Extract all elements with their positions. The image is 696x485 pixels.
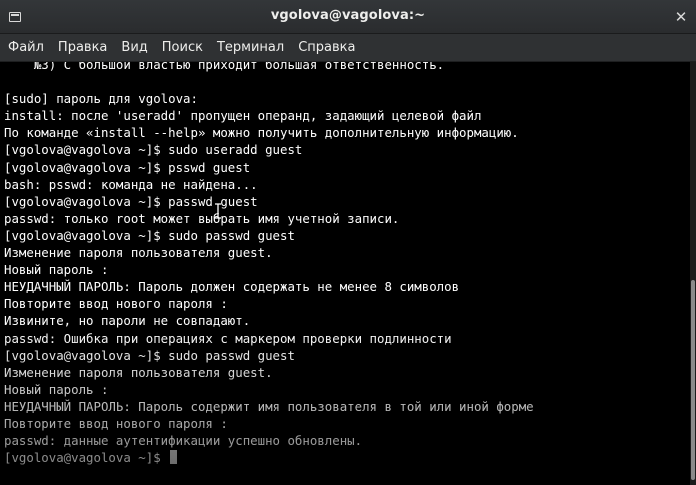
close-button[interactable]: ✕ bbox=[670, 6, 692, 28]
menu-file[interactable]: Файл bbox=[8, 40, 44, 55]
terminal-window: vgolova@vagolova:~ ✕ Файл Правка Вид Пои… bbox=[0, 0, 696, 485]
terminal-line: [vgolova@vagolova ~]$ psswd guest bbox=[4, 159, 251, 175]
menu-terminal[interactable]: Терминал bbox=[217, 40, 284, 55]
terminal-line: passwd: Ошибка при операциях с маркером … bbox=[4, 330, 452, 346]
terminal-line: Изменение пароля пользователя guest. bbox=[4, 245, 273, 261]
terminal-line: Повторите ввод нового пароля : bbox=[4, 296, 228, 312]
terminal-line: passwd: только root может выбрать имя уч… bbox=[4, 210, 400, 226]
close-icon: ✕ bbox=[674, 7, 688, 26]
menu-help[interactable]: Справка bbox=[298, 40, 355, 55]
menu-edit[interactable]: Правка bbox=[58, 40, 107, 55]
terminal-line: passwd: данные аутентификации успешно об… bbox=[4, 433, 363, 449]
terminal-line: Новый пароль : bbox=[4, 262, 109, 278]
terminal-line: [sudo] пароль для vgolova: bbox=[4, 91, 198, 107]
title-bar[interactable]: vgolova@vagolova:~ ✕ bbox=[0, 0, 696, 34]
terminal-line: bash: psswd: команда не найдена... bbox=[4, 176, 258, 192]
menu-view[interactable]: Вид bbox=[121, 40, 147, 55]
menu-bar: Файл Правка Вид Поиск Терминал Справка bbox=[0, 34, 696, 62]
text-cursor bbox=[170, 450, 178, 465]
terminal-line: По команде «install --help» можно получи… bbox=[4, 125, 519, 141]
terminal-line: НЕУДАЧНЫЙ ПАРОЛЬ: Пароль должен содержат… bbox=[4, 279, 460, 295]
terminal-line: install: после 'useradd' пропущен операн… bbox=[4, 108, 482, 124]
terminal-output[interactable]: №3) С большой властью приходит большая о… bbox=[0, 62, 690, 485]
terminal-line: [vgolova@vagolova ~]$ passwd guest bbox=[4, 193, 258, 209]
scrollbar-thumb[interactable] bbox=[691, 280, 695, 480]
terminal-line: Изменение пароля пользователя guest. bbox=[4, 364, 273, 380]
terminal-line: НЕУДАЧНЫЙ ПАРОЛЬ: Пароль содержит имя по… bbox=[4, 398, 534, 414]
scrollbar[interactable] bbox=[690, 62, 696, 485]
window-title: vgolova@vagolova:~ bbox=[270, 8, 426, 23]
ibeam-cursor-icon bbox=[215, 203, 221, 219]
terminal-line: №3) С большой властью приходит большая о… bbox=[4, 62, 445, 72]
terminal-prompt: [vgolova@vagolova ~]$ bbox=[4, 450, 169, 466]
menu-search[interactable]: Поиск bbox=[162, 40, 203, 55]
terminal-line: Повторите ввод нового пароля : bbox=[4, 415, 228, 431]
terminal-line: [vgolova@vagolova ~]$ sudo passwd guest bbox=[4, 227, 295, 243]
terminal-line: Извините, но пароли не совпадают. bbox=[4, 313, 251, 329]
terminal-lines: №3) С большой властью приходит большая о… bbox=[4, 62, 534, 466]
terminal-line: [vgolova@vagolova ~]$ sudo useradd guest bbox=[4, 142, 303, 158]
terminal-prompt-line[interactable]: [vgolova@vagolova ~]$ bbox=[4, 449, 534, 466]
terminal-line: [vgolova@vagolova ~]$ sudo passwd guest bbox=[4, 347, 295, 363]
terminal-line: Новый пароль : bbox=[4, 381, 109, 397]
